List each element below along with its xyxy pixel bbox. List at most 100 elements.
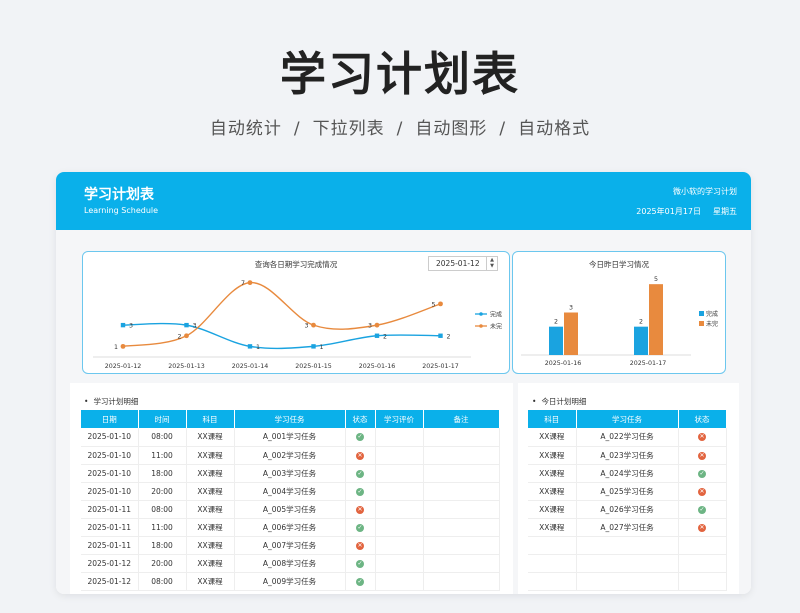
task-cell: A_006学习任务 (234, 518, 346, 537)
hero-title: 学习计划表 (280, 47, 520, 101)
evaluation-cell (375, 536, 424, 555)
subject-cell: XX课程 (528, 464, 577, 483)
today-section: 今日计划明细 科目学习任务状态 XX课程A_022学习任务✕XX课程A_023学… (518, 383, 739, 594)
table-row[interactable]: XX课程 A_025学习任务 ✕ (528, 482, 727, 501)
date-cell: 2025-01-10 (81, 446, 139, 465)
task-cell: A_022学习任务 (576, 428, 679, 447)
time-cell: 20:00 (138, 554, 187, 573)
table-row[interactable]: 2025-01-11 11:00 XX课程 A_006学习任务 ✓ (81, 518, 500, 537)
table-row[interactable]: 2025-01-11 08:00 XX课程 A_005学习任务 ✕ (81, 500, 500, 519)
status-done-icon: ✓ (356, 559, 364, 568)
data-label: 3 (129, 323, 133, 330)
notes-cell (423, 500, 500, 519)
banner-title: 学习计划表 (84, 187, 154, 203)
x-tick-label: 2025-01-15 (295, 363, 332, 370)
subject-cell: XX课程 (186, 464, 235, 483)
notes-cell (423, 572, 500, 591)
status-cell: ✓ (345, 428, 376, 447)
banner-subtitle: Learning Schedule (84, 206, 159, 215)
today-table: 科目 学习任务 状态 XX课程 A_022学习任务 ✕ XX课程 A_023学习任务 ✕ XX课… (528, 410, 727, 591)
table-row[interactable]: 2025-01-10 11:00 XX课程 A_002学习任务 ✕ (81, 446, 500, 465)
data-point (184, 322, 189, 328)
empty-row (528, 572, 727, 591)
data-point (120, 322, 126, 328)
feature-separator: / (293, 119, 301, 139)
schedule-section-title: 学习计划明细 (84, 396, 138, 407)
legend-label: 完成 (490, 310, 502, 318)
time-cell: 20:00 (138, 482, 187, 501)
legend-marker (479, 324, 483, 328)
task-cell: A_023学习任务 (576, 446, 679, 465)
data-label: 1 (256, 344, 260, 351)
x-tick-label: 2025-01-14 (232, 363, 269, 370)
series-line-done (122, 322, 441, 350)
banner-weekday: 星期五 (713, 207, 737, 216)
table-row[interactable]: XX课程 A_022学习任务 ✕ (528, 428, 727, 447)
table-row[interactable]: 2025-01-11 18:00 XX课程 A_007学习任务 ✕ (81, 536, 500, 555)
data-point (184, 333, 189, 339)
table-row[interactable]: 2025-01-12 08:00 XX课程 A_009学习任务 ✓ (81, 572, 500, 591)
column-header: 状态 (678, 410, 727, 428)
status-undone-icon: ✕ (698, 433, 706, 442)
table-row[interactable]: XX课程 A_027学习任务 ✕ (528, 518, 727, 537)
dashboard-body: 查询各日期学习完成情况 2025-01-12 ▲ ▼ 2025-01-12 2025… (56, 230, 751, 594)
banner-author: 微小软的学习计划 (673, 187, 737, 196)
notes-cell (423, 428, 500, 447)
legend-swatch (699, 321, 704, 326)
date-query-value: 2025-01-12 (436, 259, 480, 268)
time-cell: 08:00 (138, 500, 187, 519)
data-point (374, 322, 380, 328)
table-row[interactable]: 2025-01-12 20:00 XX课程 A_008学习任务 ✓ (81, 554, 500, 573)
data-point (247, 344, 253, 349)
empty-cell (678, 572, 727, 591)
table-row[interactable]: XX课程 A_026学习任务 ✓ (528, 500, 727, 519)
data-point (438, 333, 443, 338)
time-cell: 11:00 (138, 518, 187, 537)
table-row[interactable]: 2025-01-10 20:00 XX课程 A_004学习任务 ✓ (81, 482, 500, 501)
subject-cell: XX课程 (186, 572, 235, 591)
data-point (311, 344, 316, 349)
x-tick-label: 2025-01-16 (359, 363, 396, 370)
today-section-title: 今日计划明细 (532, 396, 586, 407)
task-cell: A_005学习任务 (234, 500, 346, 519)
subject-cell: XX课程 (186, 482, 235, 501)
status-cell: ✕ (345, 446, 376, 465)
date-query-input[interactable]: 2025-01-12 ▲ ▼ (428, 256, 498, 271)
evaluation-cell (375, 500, 424, 519)
data-label: 2 (554, 319, 558, 326)
evaluation-cell (375, 428, 424, 447)
status-cell: ✓ (345, 572, 376, 591)
x-tick-label: 2025-01-16 (545, 360, 582, 367)
status-cell: ✕ (678, 428, 727, 447)
time-cell: 08:00 (138, 428, 187, 447)
task-cell: A_027学习任务 (576, 518, 679, 537)
status-cell: ✕ (345, 500, 376, 519)
table-row[interactable]: XX课程 A_023学习任务 ✕ (528, 446, 727, 465)
subject-cell: XX课程 (528, 500, 577, 519)
subject-cell: XX课程 (528, 482, 577, 501)
task-cell: A_009学习任务 (234, 572, 346, 591)
subject-cell: XX课程 (528, 428, 577, 447)
time-cell: 18:00 (138, 536, 187, 555)
empty-cell (576, 536, 679, 555)
notes-cell (423, 464, 500, 483)
status-done-icon: ✓ (698, 469, 706, 478)
column-header: 日期 (81, 410, 139, 428)
data-label: 3 (368, 323, 372, 330)
data-point (120, 343, 126, 349)
time-cell: 18:00 (138, 464, 187, 483)
date-cell: 2025-01-10 (81, 482, 139, 501)
date-cell: 2025-01-12 (81, 572, 139, 591)
date-spinner[interactable]: ▲ ▼ (486, 257, 497, 270)
table-row[interactable]: 2025-01-10 08:00 XX课程 A_001学习任务 ✓ (81, 428, 500, 447)
task-cell: A_004学习任务 (234, 482, 346, 501)
data-label: 2 (383, 333, 387, 340)
feature-label: 下拉列表 (312, 119, 385, 139)
task-cell: A_002学习任务 (234, 446, 346, 465)
task-cell: A_003学习任务 (234, 464, 346, 483)
subject-cell: XX课程 (528, 446, 577, 465)
column-header: 时间 (138, 410, 187, 428)
status-cell: ✓ (345, 464, 376, 483)
table-row[interactable]: XX课程 A_024学习任务 ✓ (528, 464, 727, 483)
table-row[interactable]: 2025-01-10 18:00 XX课程 A_003学习任务 ✓ (81, 464, 500, 483)
